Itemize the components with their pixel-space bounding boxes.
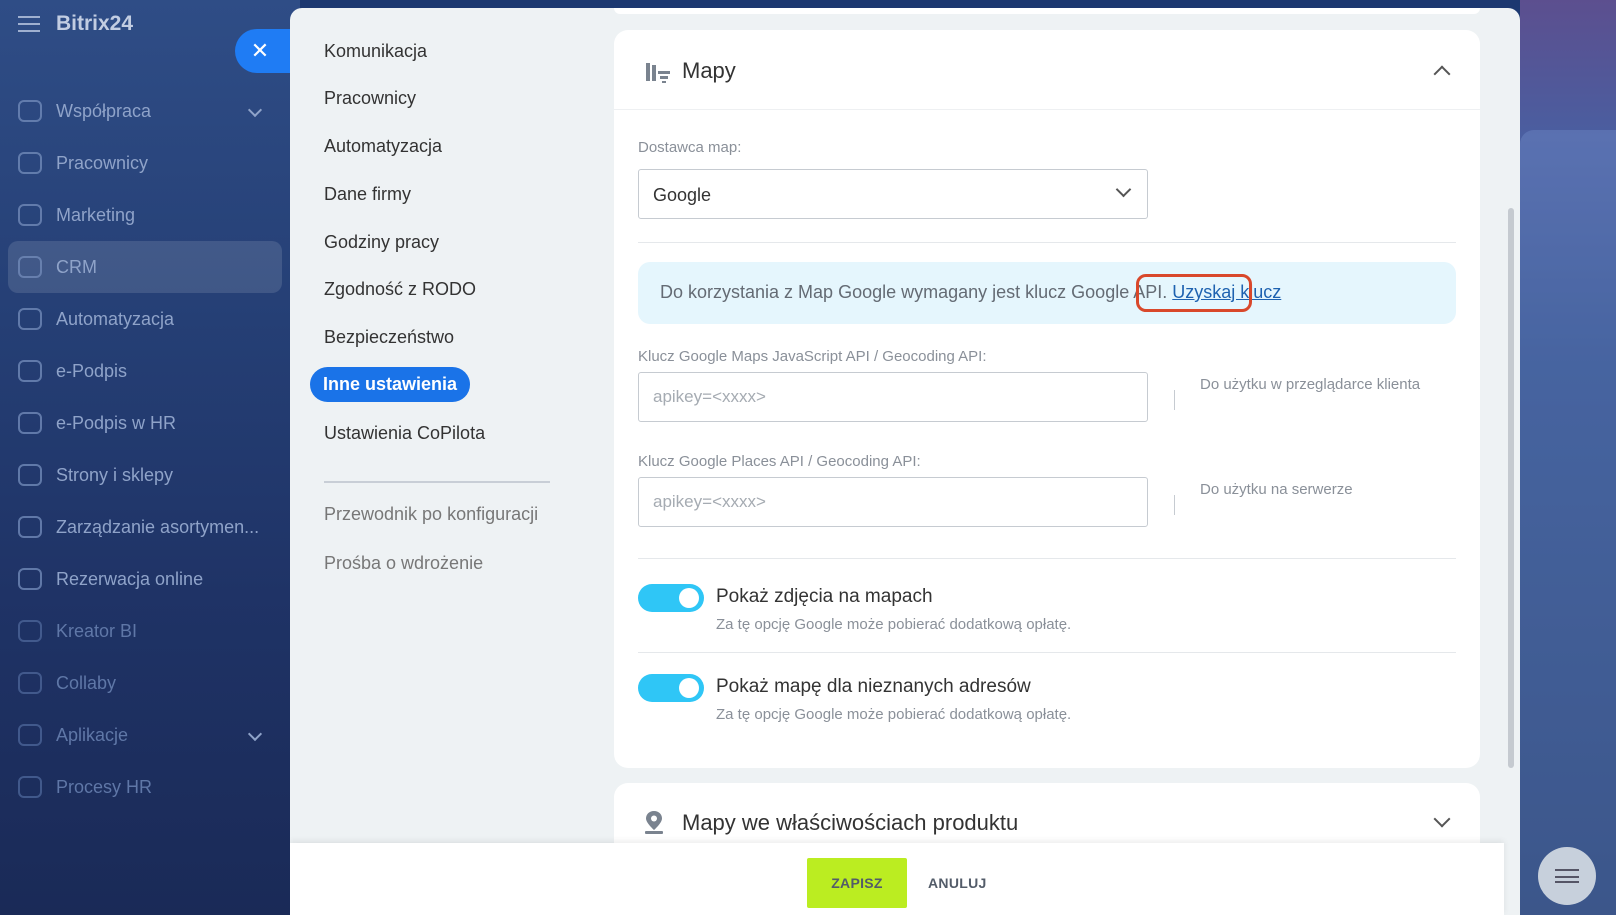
brand-name: Bitrix24 bbox=[56, 12, 134, 35]
collaby-icon bbox=[18, 672, 42, 694]
employees-icon bbox=[18, 152, 42, 174]
js-key-label: Klucz Google Maps JavaScript API / Geoco… bbox=[638, 348, 987, 365]
nav-item-epodpis[interactable]: e-Podpis bbox=[0, 345, 290, 397]
app-nav: Współpraca Pracownicy Marketing CRM Auto… bbox=[0, 85, 290, 813]
close-icon: ✕ bbox=[250, 38, 270, 63]
collaboration-icon bbox=[18, 100, 42, 122]
signature-icon bbox=[18, 360, 42, 382]
chevron-down-icon bbox=[247, 726, 263, 742]
menu-separator bbox=[324, 481, 550, 483]
places-key-label: Klucz Google Places API / Geocoding API: bbox=[638, 453, 921, 470]
maps-card-header[interactable]: Mapy bbox=[614, 30, 1480, 110]
menu-item-bezpieczenstwo[interactable]: Bezpieczeństwo bbox=[324, 327, 454, 348]
cancel-button[interactable]: ANULUJ bbox=[920, 858, 995, 908]
places-api-key-input[interactable]: apikey=<xxxx> bbox=[638, 477, 1148, 527]
maps-section-title: Mapy bbox=[682, 58, 736, 83]
save-button[interactable]: ZAPISZ bbox=[807, 858, 907, 908]
show-photos-toggle[interactable] bbox=[638, 584, 704, 612]
menu-item-automatyzacja[interactable]: Automatyzacja bbox=[324, 136, 442, 157]
divider bbox=[638, 242, 1456, 243]
nav-item-procesy-hr[interactable]: Procesy HR bbox=[0, 761, 290, 813]
nav-item-epodpis-hr[interactable]: e-Podpis w HR bbox=[0, 397, 290, 449]
chat-icon bbox=[1555, 869, 1579, 883]
app-sidebar: Bitrix24 Współpraca Pracownicy Marketing… bbox=[0, 0, 300, 915]
form-footer: ZAPISZ ANULUJ bbox=[290, 843, 1504, 915]
automation-icon bbox=[18, 308, 42, 330]
api-key-info-text: Do korzystania z Map Google wymagany jes… bbox=[660, 282, 1168, 302]
location-pin-icon bbox=[645, 811, 663, 834]
chevron-down-icon bbox=[1115, 181, 1132, 198]
inventory-icon bbox=[18, 516, 42, 538]
show-unknown-map-desc: Za tę opcję Google może pobierać dodatko… bbox=[716, 706, 1072, 723]
close-slider-button[interactable]: ✕ bbox=[235, 29, 293, 73]
nav-item-pracownicy[interactable]: Pracownicy bbox=[0, 137, 290, 189]
chevron-up-icon[interactable] bbox=[1433, 65, 1451, 83]
settings-menu: Komunikacja Pracownicy Automatyzacja Dan… bbox=[290, 8, 590, 915]
js-api-key-input[interactable]: apikey=<xxxx> bbox=[638, 372, 1148, 422]
crm-icon bbox=[18, 256, 42, 278]
nav-item-automatyzacja[interactable]: Automatyzacja bbox=[0, 293, 290, 345]
input-separator bbox=[1174, 495, 1175, 515]
divider bbox=[638, 652, 1456, 653]
input-separator bbox=[1174, 390, 1175, 410]
map-provider-select[interactable]: Google bbox=[638, 169, 1148, 219]
signature-hr-icon bbox=[18, 412, 42, 434]
app-background-right bbox=[1520, 0, 1616, 915]
nav-item-strony[interactable]: Strony i sklepy bbox=[0, 449, 290, 501]
marketing-icon bbox=[18, 204, 42, 226]
maps-card: Mapy Dostawca map: Google Do korzystania… bbox=[614, 30, 1480, 768]
settings-slider: Komunikacja Pracownicy Automatyzacja Dan… bbox=[290, 8, 1520, 915]
cart-icon bbox=[18, 464, 42, 486]
nav-item-collaby[interactable]: Collaby bbox=[0, 657, 290, 709]
js-key-note: Do użytku w przeglądarce klienta bbox=[1200, 376, 1421, 393]
get-key-highlight bbox=[1136, 274, 1252, 312]
menu-item-inne-ustawienia[interactable]: Inne ustawienia bbox=[310, 367, 471, 402]
nav-item-crm[interactable]: CRM bbox=[8, 241, 282, 293]
hr-process-icon bbox=[18, 776, 42, 798]
show-photos-title: Pokaż zdjęcia na mapach bbox=[716, 586, 933, 607]
previous-card-edge bbox=[614, 8, 1480, 14]
places-key-note: Do użytku na serwerze bbox=[1200, 481, 1353, 498]
menu-item-godziny-pracy[interactable]: Godziny pracy bbox=[324, 232, 439, 253]
chevron-down-icon bbox=[247, 102, 263, 118]
provider-label: Dostawca map: bbox=[638, 139, 742, 156]
map-provider-value: Google bbox=[653, 185, 712, 205]
maps-icon bbox=[646, 63, 670, 83]
settings-content: Mapy Dostawca map: Google Do korzystania… bbox=[614, 8, 1480, 915]
apps-icon bbox=[18, 724, 42, 746]
scrollbar[interactable] bbox=[1508, 208, 1514, 768]
nav-item-kreator-bi[interactable]: Kreator BI bbox=[0, 605, 290, 657]
nav-item-rezerwacja[interactable]: Rezerwacja online bbox=[0, 553, 290, 605]
chevron-down-icon[interactable] bbox=[1433, 810, 1451, 828]
menu-item-komunikacja[interactable]: Komunikacja bbox=[324, 41, 427, 62]
show-unknown-map-toggle[interactable] bbox=[638, 674, 704, 702]
show-unknown-map-title: Pokaż mapę dla nieznanych adresów bbox=[716, 676, 1031, 697]
bar-chart-icon bbox=[18, 620, 42, 642]
menu-item-rodo[interactable]: Zgodność z RODO bbox=[324, 279, 476, 300]
menu-item-dane-firmy[interactable]: Dane firmy bbox=[324, 184, 411, 205]
api-key-info: Do korzystania z Map Google wymagany jes… bbox=[638, 262, 1456, 324]
menu-icon[interactable] bbox=[18, 16, 40, 32]
nav-item-asortyment[interactable]: Zarządzanie asortymen... bbox=[0, 501, 290, 553]
show-photos-desc: Za tę opcję Google może pobierać dodatko… bbox=[716, 616, 1072, 633]
menu-item-prosba-wdrozenie[interactable]: Prośba o wdrożenie bbox=[324, 553, 483, 574]
menu-item-pracownicy[interactable]: Pracownicy bbox=[324, 88, 416, 109]
menu-item-copilot[interactable]: Ustawienia CoPilota bbox=[324, 423, 485, 444]
menu-item-przewodnik[interactable]: Przewodnik po konfiguracji bbox=[324, 504, 538, 525]
calendar-icon bbox=[18, 568, 42, 590]
chat-button[interactable] bbox=[1538, 847, 1596, 905]
nav-item-wspolpraca[interactable]: Współpraca bbox=[0, 85, 290, 137]
product-maps-title: Mapy we właściwościach produktu bbox=[682, 810, 1019, 835]
nav-item-marketing[interactable]: Marketing bbox=[0, 189, 290, 241]
app-logo: Bitrix24 bbox=[18, 12, 133, 36]
divider bbox=[638, 558, 1456, 559]
nav-item-aplikacje[interactable]: Aplikacje bbox=[0, 709, 290, 761]
